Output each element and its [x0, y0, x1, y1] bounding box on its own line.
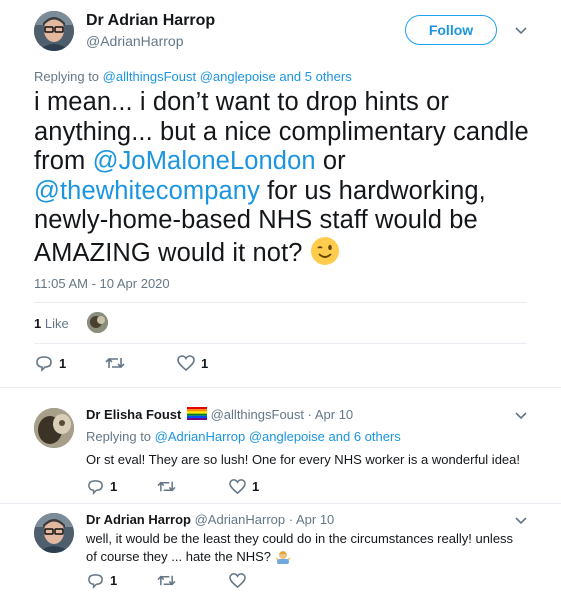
reply-author-handle[interactable]: @allthingsFoust: [211, 407, 304, 422]
reply-action[interactable]: 1: [87, 478, 117, 495]
retweet-icon: [157, 575, 176, 586]
replying-prefix: Replying to: [86, 429, 152, 444]
chevron-down-icon[interactable]: [514, 411, 528, 421]
reply-date[interactable]: · Apr 10: [308, 407, 354, 422]
heart-icon: [229, 479, 246, 495]
retweet-icon: [105, 357, 125, 369]
reply-author-name[interactable]: Dr Elisha Foust: [86, 407, 181, 422]
reply-author-name[interactable]: Dr Adrian Harrop: [86, 512, 191, 527]
reply-author-avatar[interactable]: [34, 513, 74, 553]
reply-text: well, it would be the least they could d…: [86, 531, 514, 564]
reply-icon: [88, 480, 103, 495]
reply-count: 1: [110, 479, 118, 494]
retweet-action[interactable]: [157, 478, 176, 495]
divider: [34, 343, 527, 344]
wink-emoji-icon: [310, 236, 339, 265]
tweet-text: i mean... i don’t want to drop hints or …: [34, 88, 534, 268]
follow-button[interactable]: Follow: [405, 15, 497, 45]
replying-user-link[interactable]: @anglepoise: [249, 429, 325, 444]
reply-text-wrapper: well, it would be the least they could d…: [86, 530, 516, 566]
retweet-action[interactable]: [105, 354, 125, 372]
tweet-text-part: or: [315, 147, 346, 175]
replying-to-line: Replying to @AdrianHarrop @anglepoise an…: [86, 429, 401, 444]
reply-date[interactable]: · Apr 10: [289, 512, 335, 527]
author-avatar[interactable]: [34, 11, 74, 51]
replying-user-link[interactable]: @allthingsFoust: [103, 69, 196, 84]
heart-icon: [177, 355, 195, 372]
author-handle[interactable]: @AdrianHarrop: [86, 33, 183, 49]
reply-header: Dr Elisha Foust @allthingsFoust · Apr 10: [86, 407, 353, 422]
liker-avatar[interactable]: [87, 312, 108, 333]
author-name[interactable]: Dr Adrian Harrop: [86, 12, 215, 30]
like-action[interactable]: 1: [177, 354, 208, 372]
chevron-down-icon[interactable]: [514, 516, 528, 526]
reply-author-handle[interactable]: @AdrianHarrop: [195, 512, 286, 527]
replying-to-line: Replying to @allthingsFoust @anglepoise …: [34, 69, 352, 84]
reply-action[interactable]: 1: [35, 354, 66, 372]
like-count: 1: [252, 479, 260, 494]
like-count: 1: [201, 355, 209, 371]
like-action[interactable]: 1: [229, 478, 259, 495]
retweet-icon: [157, 481, 176, 492]
reply-action[interactable]: 1: [87, 572, 117, 589]
reply-text: Or st eval! They are so lush! One for ev…: [86, 452, 520, 467]
chevron-down-icon[interactable]: [514, 26, 528, 36]
likes-count: 1: [34, 316, 42, 331]
rainbow-flag-icon: [186, 407, 207, 420]
reply-header: Dr Adrian Harrop @AdrianHarrop · Apr 10: [86, 512, 334, 527]
reply-icon: [36, 356, 52, 372]
replying-user-link[interactable]: @AdrianHarrop: [155, 429, 246, 444]
likes-label: Like: [44, 316, 69, 331]
shrug-emoji-icon: [275, 551, 291, 564]
reply-author-avatar[interactable]: [34, 408, 74, 448]
tweet-timestamp[interactable]: 11:05 AM - 10 Apr 2020: [34, 276, 170, 291]
reply-count: 1: [110, 573, 118, 588]
retweet-action[interactable]: [157, 572, 176, 589]
mention-link[interactable]: @JoMaloneLondon: [93, 147, 316, 175]
replying-prefix: Replying to: [34, 69, 100, 84]
likes-summary[interactable]: 1 Like: [34, 316, 69, 331]
replying-user-link[interactable]: @anglepoise: [200, 69, 276, 84]
divider: [0, 387, 561, 388]
mention-link[interactable]: @thewhitecompany: [34, 177, 260, 205]
divider: [0, 503, 561, 504]
reply-count: 1: [59, 355, 67, 371]
reply-icon: [88, 574, 103, 589]
heart-icon: [229, 573, 246, 589]
divider: [34, 302, 527, 303]
replying-others-link[interactable]: and 5 others: [279, 69, 351, 84]
replying-others-link[interactable]: and 6 others: [329, 429, 401, 444]
like-action[interactable]: [229, 572, 246, 589]
